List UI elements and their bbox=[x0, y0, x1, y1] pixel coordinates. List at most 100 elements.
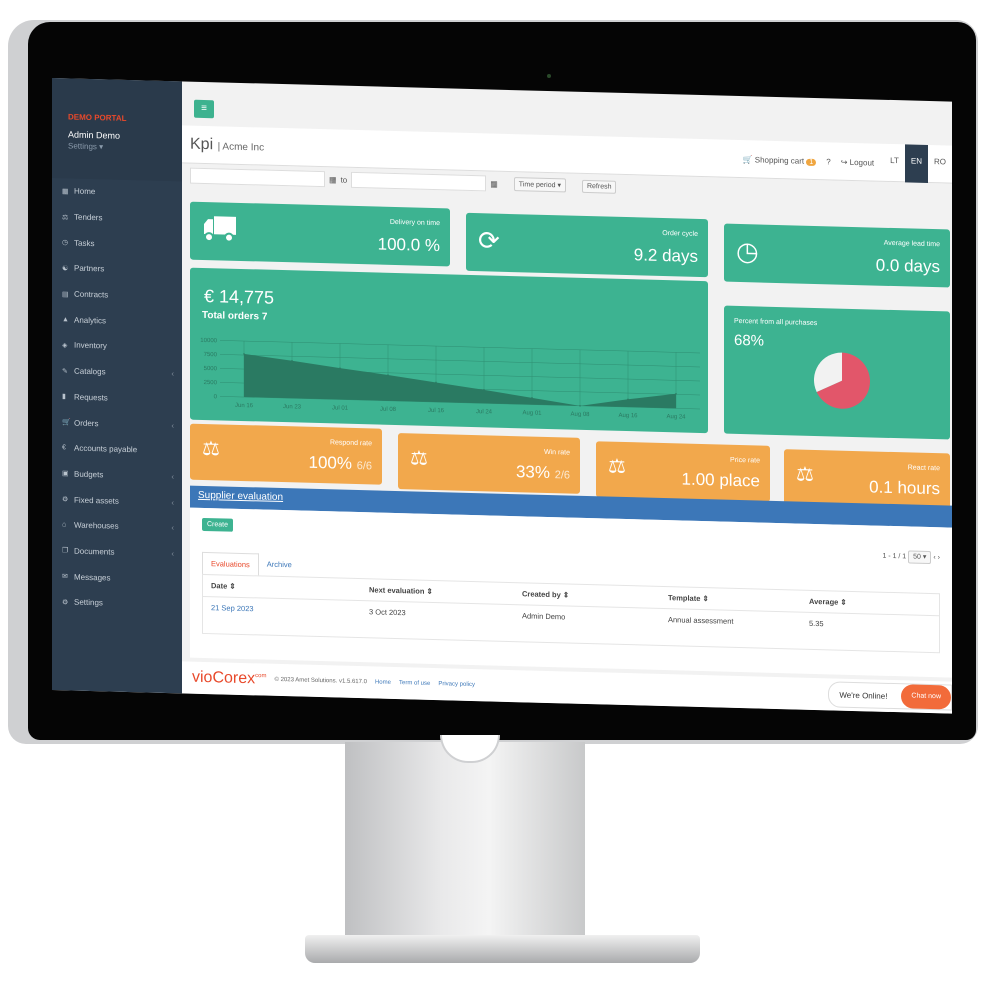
tab-evaluations[interactable]: Evaluations bbox=[202, 551, 259, 576]
shopping-cart-link[interactable]: 🛒 Shopping cart 1 bbox=[743, 155, 817, 166]
menu-icon: ◈ bbox=[62, 342, 68, 350]
clock-icon: ◷ bbox=[736, 235, 759, 267]
sidebar-item-label: Messages bbox=[74, 572, 111, 583]
logout-link[interactable]: ↪ Logout bbox=[841, 157, 874, 167]
sidebar-item-label: Warehouses bbox=[74, 520, 119, 532]
kpi-lead-time-card: ◷ Average lead time 0.0 days bbox=[724, 223, 950, 288]
tab-archive[interactable]: Archive bbox=[259, 553, 300, 576]
chevron-left-icon: ‹ bbox=[171, 369, 174, 379]
chevron-left-icon: ‹ bbox=[171, 420, 174, 430]
footer-privacy-link[interactable]: Privacy policy bbox=[438, 681, 475, 688]
kpi-value: 33% bbox=[515, 462, 550, 483]
footer-home-link[interactable]: Home bbox=[375, 679, 391, 685]
total-orders-card: € 14,775 Total orders 7 0 2500 5000 7500 100… bbox=[190, 267, 708, 434]
cart-label: 🛒 Shopping cart bbox=[742, 154, 805, 166]
col-template[interactable]: Template ⇕ bbox=[668, 593, 809, 606]
menu-icon: ⚙ bbox=[62, 496, 69, 504]
col-average[interactable]: Average ⇕ bbox=[809, 597, 847, 607]
col-next-evaluation[interactable]: Next evaluation ⇕ bbox=[369, 585, 522, 598]
sidebar-item-tasks[interactable]: ◷ Tasks bbox=[52, 229, 182, 258]
truck-icon bbox=[202, 214, 236, 250]
main-content: ≡ Kpi | Acme Inc 🛒 Shopping cart 1 ? ↪ L… bbox=[182, 81, 952, 714]
sidebar-item-catalogs[interactable]: ✎ Catalogs ‹ bbox=[52, 358, 182, 387]
sidebar-item-analytics[interactable]: ▲ Analytics bbox=[52, 306, 182, 335]
calendar-icon[interactable]: ▦ bbox=[329, 175, 337, 184]
kpi-label: Delivery on time bbox=[389, 218, 440, 228]
menu-icon: ✉ bbox=[62, 573, 68, 581]
chat-widget: We're Online! Chat now bbox=[828, 681, 952, 711]
x-tick-label: Jul 16 bbox=[428, 408, 445, 414]
purchases-pie-chart bbox=[814, 352, 870, 409]
time-period-dropdown[interactable]: Time period ▾ bbox=[513, 177, 566, 193]
sidebar-item-label: Documents bbox=[74, 546, 115, 557]
y-tick-label: 10000 bbox=[200, 338, 217, 344]
kpi-win-rate-card: ⚖ Win rate 33% 2/6 bbox=[398, 433, 580, 494]
camera bbox=[547, 74, 551, 78]
sidebar-item-home[interactable]: ▦ Home bbox=[52, 178, 182, 207]
col-date[interactable]: Date ⇕ bbox=[211, 581, 369, 594]
y-tick-label: 5000 bbox=[204, 366, 218, 372]
chevron-left-icon: ‹ bbox=[171, 549, 174, 559]
settings-dropdown[interactable]: Settings ▾ bbox=[68, 141, 182, 153]
kpi-value: 100% bbox=[308, 452, 352, 473]
chat-now-button[interactable]: Chat now bbox=[901, 684, 951, 710]
kpi-value: 0.1 hours bbox=[869, 477, 940, 499]
x-tick-label: Aug 08 bbox=[570, 412, 590, 419]
sidebar-item-tenders[interactable]: ⚖ Tenders bbox=[52, 204, 182, 233]
logo-text: vioCorex bbox=[192, 668, 256, 688]
page-info: 1 - 1 / 1 bbox=[882, 552, 907, 561]
sidebar-item-label: Tenders bbox=[74, 212, 103, 223]
sidebar-item-fixed-assets[interactable]: ⚙ Fixed assets ‹ bbox=[52, 486, 182, 515]
col-created-by[interactable]: Created by ⇕ bbox=[522, 589, 668, 602]
sidebar-item-inventory[interactable]: ◈ Inventory bbox=[52, 332, 182, 361]
sidebar-item-partners[interactable]: ☯ Partners bbox=[52, 255, 182, 284]
kpi-sub: 6/6 bbox=[356, 459, 372, 473]
refresh-button[interactable]: Refresh bbox=[581, 179, 617, 194]
x-tick-label: Aug 01 bbox=[522, 410, 542, 417]
monitor-stand bbox=[345, 742, 585, 942]
header-tools: 🛒 Shopping cart 1 ? ↪ Logout LT EN RO bbox=[743, 140, 952, 183]
x-tick-label: Aug 24 bbox=[666, 414, 686, 421]
calendar-icon[interactable]: ▦ bbox=[490, 179, 498, 188]
date-link[interactable]: 21 Sep 2023 bbox=[211, 603, 369, 616]
menu-icon: ⌂ bbox=[62, 521, 67, 529]
sidebar-item-documents[interactable]: ❐ Documents ‹ bbox=[52, 538, 182, 567]
menu-icon: 🛒 bbox=[62, 419, 71, 427]
copyright: © 2023 Amet Solutions. v1.5.617.0 bbox=[274, 676, 367, 686]
lang-en[interactable]: EN bbox=[904, 144, 928, 183]
sidebar-item-orders[interactable]: 🛒 Orders ‹ bbox=[52, 409, 182, 438]
page-size-select[interactable]: 50 ▾ bbox=[908, 550, 932, 565]
menu-icon: ◷ bbox=[62, 239, 69, 247]
lang-lt[interactable]: LT bbox=[884, 144, 905, 183]
lang-ro[interactable]: RO bbox=[928, 145, 952, 184]
sidebar-item-label: Tasks bbox=[74, 238, 95, 248]
sidebar-item-messages[interactable]: ✉ Messages bbox=[52, 563, 182, 592]
sidebar-header: DEMO PORTAL Admin Demo Settings ▾ bbox=[52, 78, 182, 182]
next-page-button[interactable]: › bbox=[938, 554, 940, 561]
menu-toggle-button[interactable]: ≡ bbox=[194, 99, 214, 119]
kpi-value: 100.0 % bbox=[377, 234, 440, 256]
kpi-sub: 2/6 bbox=[554, 469, 570, 482]
create-button[interactable]: Create bbox=[202, 517, 234, 532]
date-to-input[interactable] bbox=[351, 171, 487, 192]
cart-count-badge: 1 bbox=[806, 158, 817, 166]
sidebar-item-requests[interactable]: ▮ Requests bbox=[52, 384, 182, 413]
sidebar-item-settings[interactable]: ⚙ Settings bbox=[52, 589, 182, 618]
sidebar-item-budgets[interactable]: ▣ Budgets ‹ bbox=[52, 461, 182, 490]
x-tick-label: Jun 16 bbox=[235, 403, 254, 409]
footer-terms-link[interactable]: Term of use bbox=[399, 680, 430, 687]
x-tick-label: Jun 23 bbox=[283, 404, 302, 410]
menu-icon: ▲ bbox=[62, 316, 69, 324]
pagination: 1 - 1 / 1 50 ▾ ‹ › bbox=[882, 550, 940, 565]
help-icon[interactable]: ? bbox=[826, 157, 830, 166]
sidebar-item-accounts-payable[interactable]: € Accounts payable bbox=[52, 435, 182, 464]
kpi-order-cycle-card: ⟳ Order cycle 9.2 days bbox=[466, 212, 708, 278]
date-from-input[interactable] bbox=[190, 167, 325, 188]
sidebar-item-label: Accounts payable bbox=[74, 443, 138, 455]
prev-page-button[interactable]: ‹ bbox=[933, 554, 935, 561]
menu-icon: ▮ bbox=[62, 393, 66, 401]
sidebar-item-contracts[interactable]: ▤ Contracts bbox=[52, 281, 182, 310]
sidebar-item-warehouses[interactable]: ⌂ Warehouses ‹ bbox=[52, 512, 182, 541]
sidebar-item-label: Home bbox=[74, 186, 96, 197]
kpi-label: Order cycle bbox=[662, 229, 698, 238]
